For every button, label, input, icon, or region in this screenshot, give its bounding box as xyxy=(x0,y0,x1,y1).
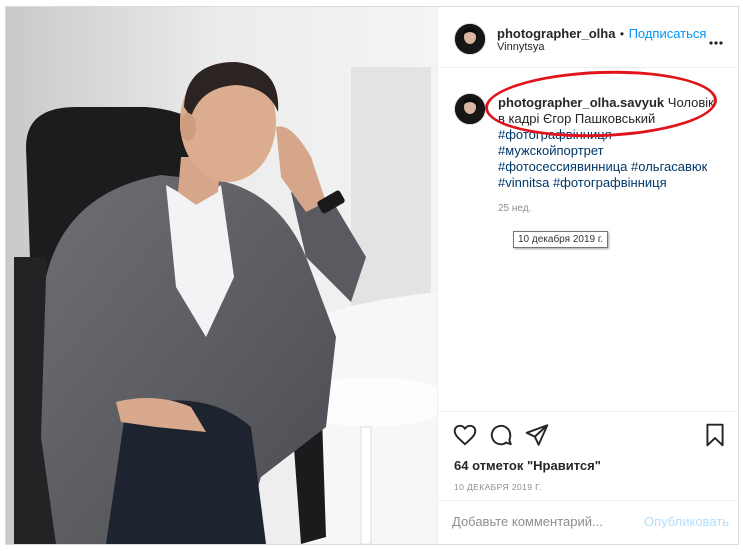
comment-icon[interactable] xyxy=(488,422,514,448)
instagram-post: photographer_olha • Подписаться Vinnytsy… xyxy=(5,6,739,545)
hashtag-link[interactable]: #фотосессиявинница xyxy=(498,159,627,174)
header-separator: • xyxy=(619,27,625,41)
more-options-icon[interactable] xyxy=(709,29,723,50)
hashtag-link[interactable]: #ольгасавюк xyxy=(631,159,707,174)
post-sidebar: photographer_olha • Подписаться Vinnytsy… xyxy=(437,7,739,544)
comment-input[interactable] xyxy=(452,514,622,529)
bookmark-icon xyxy=(706,423,724,447)
heart-icon xyxy=(453,424,477,446)
portrait-photo xyxy=(6,7,437,544)
hashtag-link[interactable]: #фотографвінниця xyxy=(553,175,667,190)
follow-button[interactable]: Подписаться xyxy=(629,26,707,41)
publish-button[interactable]: Опубликовать xyxy=(644,514,729,529)
header-location[interactable]: Vinnytsya xyxy=(497,41,545,53)
avatar-image xyxy=(455,24,485,54)
speech-bubble-icon xyxy=(490,424,512,446)
date-tooltip: 10 декабря 2019 г. xyxy=(513,231,609,248)
comment-bar: Опубликовать xyxy=(438,500,739,546)
ellipsis-icon xyxy=(709,41,723,45)
caption-age[interactable]: 25 нед. xyxy=(498,203,531,214)
save-bookmark-icon[interactable] xyxy=(702,422,728,448)
post-date[interactable]: 10 ДЕКАБРЯ 2019 Г. xyxy=(454,482,542,492)
hashtag-link[interactable]: #vinnitsa xyxy=(498,175,549,190)
likes-count[interactable]: 64 отметок "Нравится" xyxy=(454,458,601,473)
post-actions: 64 отметок "Нравится" 10 ДЕКАБРЯ 2019 Г.… xyxy=(438,411,739,545)
avatar-image xyxy=(455,94,485,124)
caption-avatar[interactable] xyxy=(454,93,486,125)
paper-plane-icon xyxy=(525,424,549,446)
share-icon[interactable] xyxy=(524,422,550,448)
post-photo[interactable] xyxy=(6,7,437,544)
hashtag-link[interactable]: #мужскойпортрет xyxy=(498,143,604,158)
header-username[interactable]: photographer_olha xyxy=(497,26,615,41)
like-heart-icon[interactable] xyxy=(452,422,478,448)
author-avatar[interactable] xyxy=(454,23,486,55)
post-header: photographer_olha • Подписаться Vinnytsy… xyxy=(438,7,739,68)
